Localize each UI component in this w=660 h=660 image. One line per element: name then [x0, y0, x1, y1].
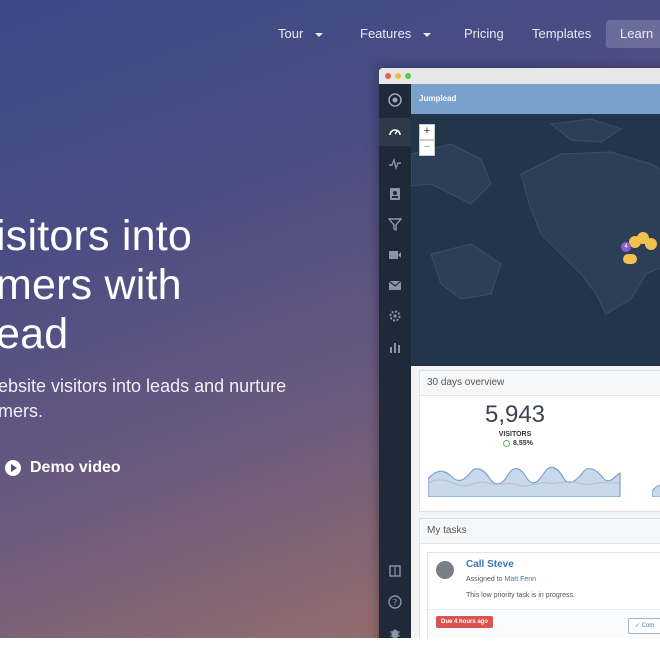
world-map-graphic — [411, 118, 660, 315]
task-description: This low priority task is in progress. — [466, 592, 575, 599]
complete-button[interactable]: ✓ Com — [628, 618, 660, 634]
subtext-line: ebsite visitors into leads and nurture — [0, 376, 287, 396]
task-assignment: Assigned to Matt Fenn — [466, 576, 536, 583]
svg-text:?: ? — [393, 599, 398, 609]
assigned-prefix: Assigned to — [466, 576, 503, 583]
task-footer: Due 4 hours ago ✓ Com — [428, 609, 660, 638]
due-badge: Due 4 hours ago — [436, 616, 494, 628]
app-sidebar: ? — [379, 84, 411, 638]
headline-line: mers with — [0, 261, 182, 309]
logo-icon[interactable] — [387, 92, 403, 108]
help-icon[interactable]: ? — [387, 594, 403, 610]
hero-subtext: ebsite visitors into leads and nurture m… — [0, 374, 286, 424]
secondary-sparkline — [652, 485, 660, 497]
tasks-card: My tasks Call Steve Assigned to Matt Fen… — [419, 518, 660, 638]
assignee-link[interactable]: Matt Fenn — [505, 576, 537, 583]
book-icon[interactable] — [387, 563, 403, 579]
campaign-icon[interactable] — [387, 247, 403, 263]
map-marker[interactable] — [623, 254, 637, 264]
funnel-icon[interactable] — [387, 216, 403, 232]
visitors-change: 8.55% — [503, 440, 533, 447]
contacts-icon[interactable] — [387, 186, 403, 202]
zoom-in-button[interactable]: + — [419, 124, 435, 140]
nav-tour[interactable]: Tour — [278, 20, 324, 48]
map-marker[interactable] — [645, 238, 657, 250]
subtext-line: mers. — [0, 401, 43, 421]
overview-title: 30 days overview — [420, 371, 660, 396]
complete-label: Com — [641, 623, 655, 629]
hero-section: Tour Features Pricing Templates Learn is… — [0, 0, 660, 638]
nav-learn[interactable]: Learn — [606, 20, 660, 48]
headline-line: isitors into — [0, 212, 192, 260]
dashboard-icon[interactable] — [379, 118, 411, 146]
nav-features[interactable]: Features — [360, 20, 432, 48]
minimize-dot-icon — [395, 73, 401, 79]
visitors-label: VISITORS — [498, 431, 532, 438]
demo-video-link[interactable]: Demo video — [5, 457, 121, 479]
visitors-sparkline — [428, 466, 621, 497]
play-icon — [5, 460, 21, 476]
task-name-link[interactable]: Call Steve — [466, 559, 514, 570]
visitor-map[interactable]: + − 4 — [411, 114, 660, 366]
top-nav: Tour Features Pricing Templates Learn — [0, 20, 660, 48]
activity-icon[interactable] — [387, 156, 403, 172]
nav-tour-label: Tour — [278, 26, 304, 41]
trend-dot-icon — [503, 440, 510, 447]
hero-headline: isitors into mers with ead — [0, 212, 192, 359]
task-item: Call Steve Assigned to Matt Fenn This lo… — [427, 552, 660, 638]
nav-features-label: Features — [360, 26, 412, 41]
close-dot-icon — [385, 73, 391, 79]
zoom-out-button[interactable]: − — [419, 140, 435, 156]
avatar — [436, 561, 454, 579]
visitors-change-value: 8.55% — [513, 440, 533, 447]
overview-card: 30 days overview 5,943 VISITORS 8.55% — [419, 370, 660, 512]
page-bottom-strip — [0, 638, 660, 660]
chevron-down-icon — [423, 32, 432, 37]
nav-pricing[interactable]: Pricing — [464, 20, 504, 48]
reports-icon[interactable] — [387, 339, 403, 355]
headline-line: ead — [0, 310, 69, 358]
window-titlebar — [379, 68, 660, 85]
nav-templates[interactable]: Templates — [532, 20, 591, 48]
mail-icon[interactable] — [387, 277, 403, 293]
tasks-title: My tasks — [420, 519, 660, 544]
map-cluster-marker[interactable]: 4 — [621, 242, 631, 252]
chevron-down-icon — [315, 32, 324, 37]
app-title: Jumplead — [419, 94, 457, 103]
settings-icon[interactable] — [387, 308, 403, 324]
app-header: Jumplead — [411, 84, 660, 114]
maximize-dot-icon — [405, 73, 411, 79]
demo-video-label: Demo video — [30, 459, 121, 476]
bug-icon[interactable] — [387, 625, 403, 638]
visitors-count: 5,943 — [484, 401, 546, 428]
app-screenshot-window: ? Jumplead + − 4 30 days overview 5,943 … — [379, 68, 660, 638]
